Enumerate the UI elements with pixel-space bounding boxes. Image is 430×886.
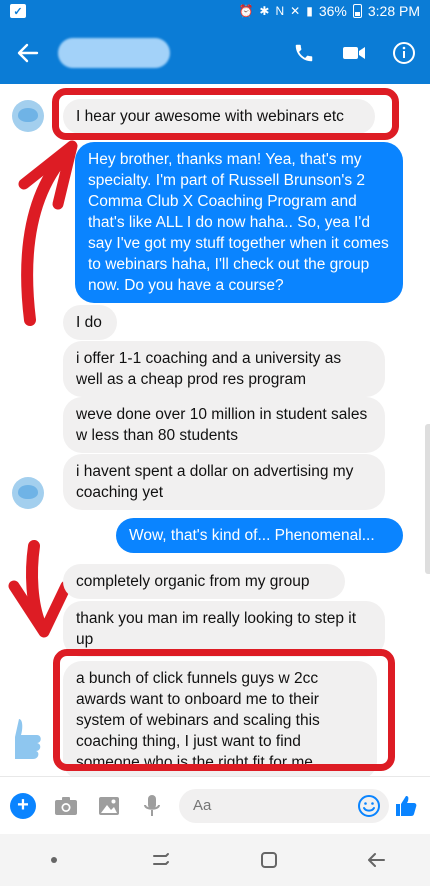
video-camera-icon	[343, 47, 365, 59]
message-bubble-outgoing[interactable]: Hey brother, thanks man! Yea, that's my …	[75, 142, 403, 303]
nfc-icon: N	[275, 4, 285, 18]
message-thread[interactable]: I hear your awesome with webinars etc He…	[0, 84, 430, 780]
home-square-icon	[260, 852, 277, 868]
home-button[interactable]	[249, 845, 289, 875]
message-bubble-incoming[interactable]: thank you man im really looking to step …	[63, 601, 385, 657]
info-button[interactable]	[392, 41, 416, 65]
recents-button[interactable]	[141, 845, 181, 875]
contact-avatar[interactable]	[12, 100, 44, 132]
alarm-icon: ⏰	[238, 4, 254, 18]
back-nav-button[interactable]	[356, 845, 396, 875]
bluetooth-icon: ✱	[259, 4, 270, 18]
info-icon	[393, 42, 415, 64]
message-bubble-outgoing[interactable]: Wow, that's kind of... Phenomenal...	[116, 518, 403, 553]
contact-avatar[interactable]	[12, 477, 44, 509]
message-bubble-incoming[interactable]: I do	[63, 305, 117, 340]
message-bubble-incoming[interactable]: completely organic from my group	[63, 564, 345, 599]
mute-icon: ✕	[290, 4, 301, 18]
back-nav-icon	[368, 853, 386, 867]
notification-check-icon: ✓	[10, 4, 26, 18]
recents-icon	[153, 853, 170, 865]
nav-dot-button[interactable]	[34, 845, 74, 875]
contact-name-redacted[interactable]	[58, 38, 170, 68]
microphone-icon	[144, 794, 160, 816]
message-input-wrapper	[179, 788, 389, 823]
back-button[interactable]	[0, 22, 56, 84]
android-navigation-bar	[0, 834, 430, 886]
message-bubble-incoming[interactable]: i havent spent a dollar on advertising m…	[63, 454, 385, 510]
camera-icon	[55, 796, 77, 815]
back-arrow-icon	[17, 43, 39, 63]
video-call-button[interactable]	[342, 41, 366, 65]
phone-icon	[295, 44, 313, 62]
battery-icon	[352, 4, 362, 18]
gallery-button[interactable]	[96, 793, 122, 819]
battery-percent: 36%	[318, 3, 347, 19]
dot-icon	[50, 857, 57, 863]
emoji-icon[interactable]	[357, 794, 381, 818]
image-icon	[99, 796, 119, 815]
more-options-button[interactable]: +	[10, 792, 36, 819]
send-like-button[interactable]	[392, 792, 420, 820]
message-composer: +	[0, 776, 430, 834]
voice-message-button[interactable]	[139, 793, 165, 819]
message-bubble-incoming[interactable]: I hear your awesome with webinars etc	[63, 99, 375, 134]
signal-icon: ▮	[306, 4, 313, 18]
status-bar: ✓ ⏰ ✱ N ✕ ▮ 36% 3:28 PM	[0, 0, 430, 22]
plus-icon: +	[17, 794, 29, 816]
thumbs-up-icon	[396, 795, 417, 816]
clock-time: 3:28 PM	[367, 3, 420, 19]
call-button[interactable]	[292, 41, 316, 65]
status-left: ✓	[10, 4, 26, 18]
thumbs-up-sticker-icon	[15, 719, 41, 759]
conversation-header	[0, 22, 430, 84]
message-bubble-incoming[interactable]: weve done over 10 million in student sal…	[63, 397, 385, 453]
camera-button[interactable]	[53, 793, 79, 819]
message-bubble-incoming[interactable]: a bunch of click funnels guys w 2cc awar…	[63, 661, 377, 780]
header-actions	[292, 41, 430, 65]
message-bubble-incoming[interactable]: i offer 1-1 coaching and a university as…	[63, 341, 385, 397]
edge-panel-handle[interactable]	[425, 424, 430, 574]
status-right: ⏰ ✱ N ✕ ▮ 36% 3:28 PM	[238, 3, 420, 19]
